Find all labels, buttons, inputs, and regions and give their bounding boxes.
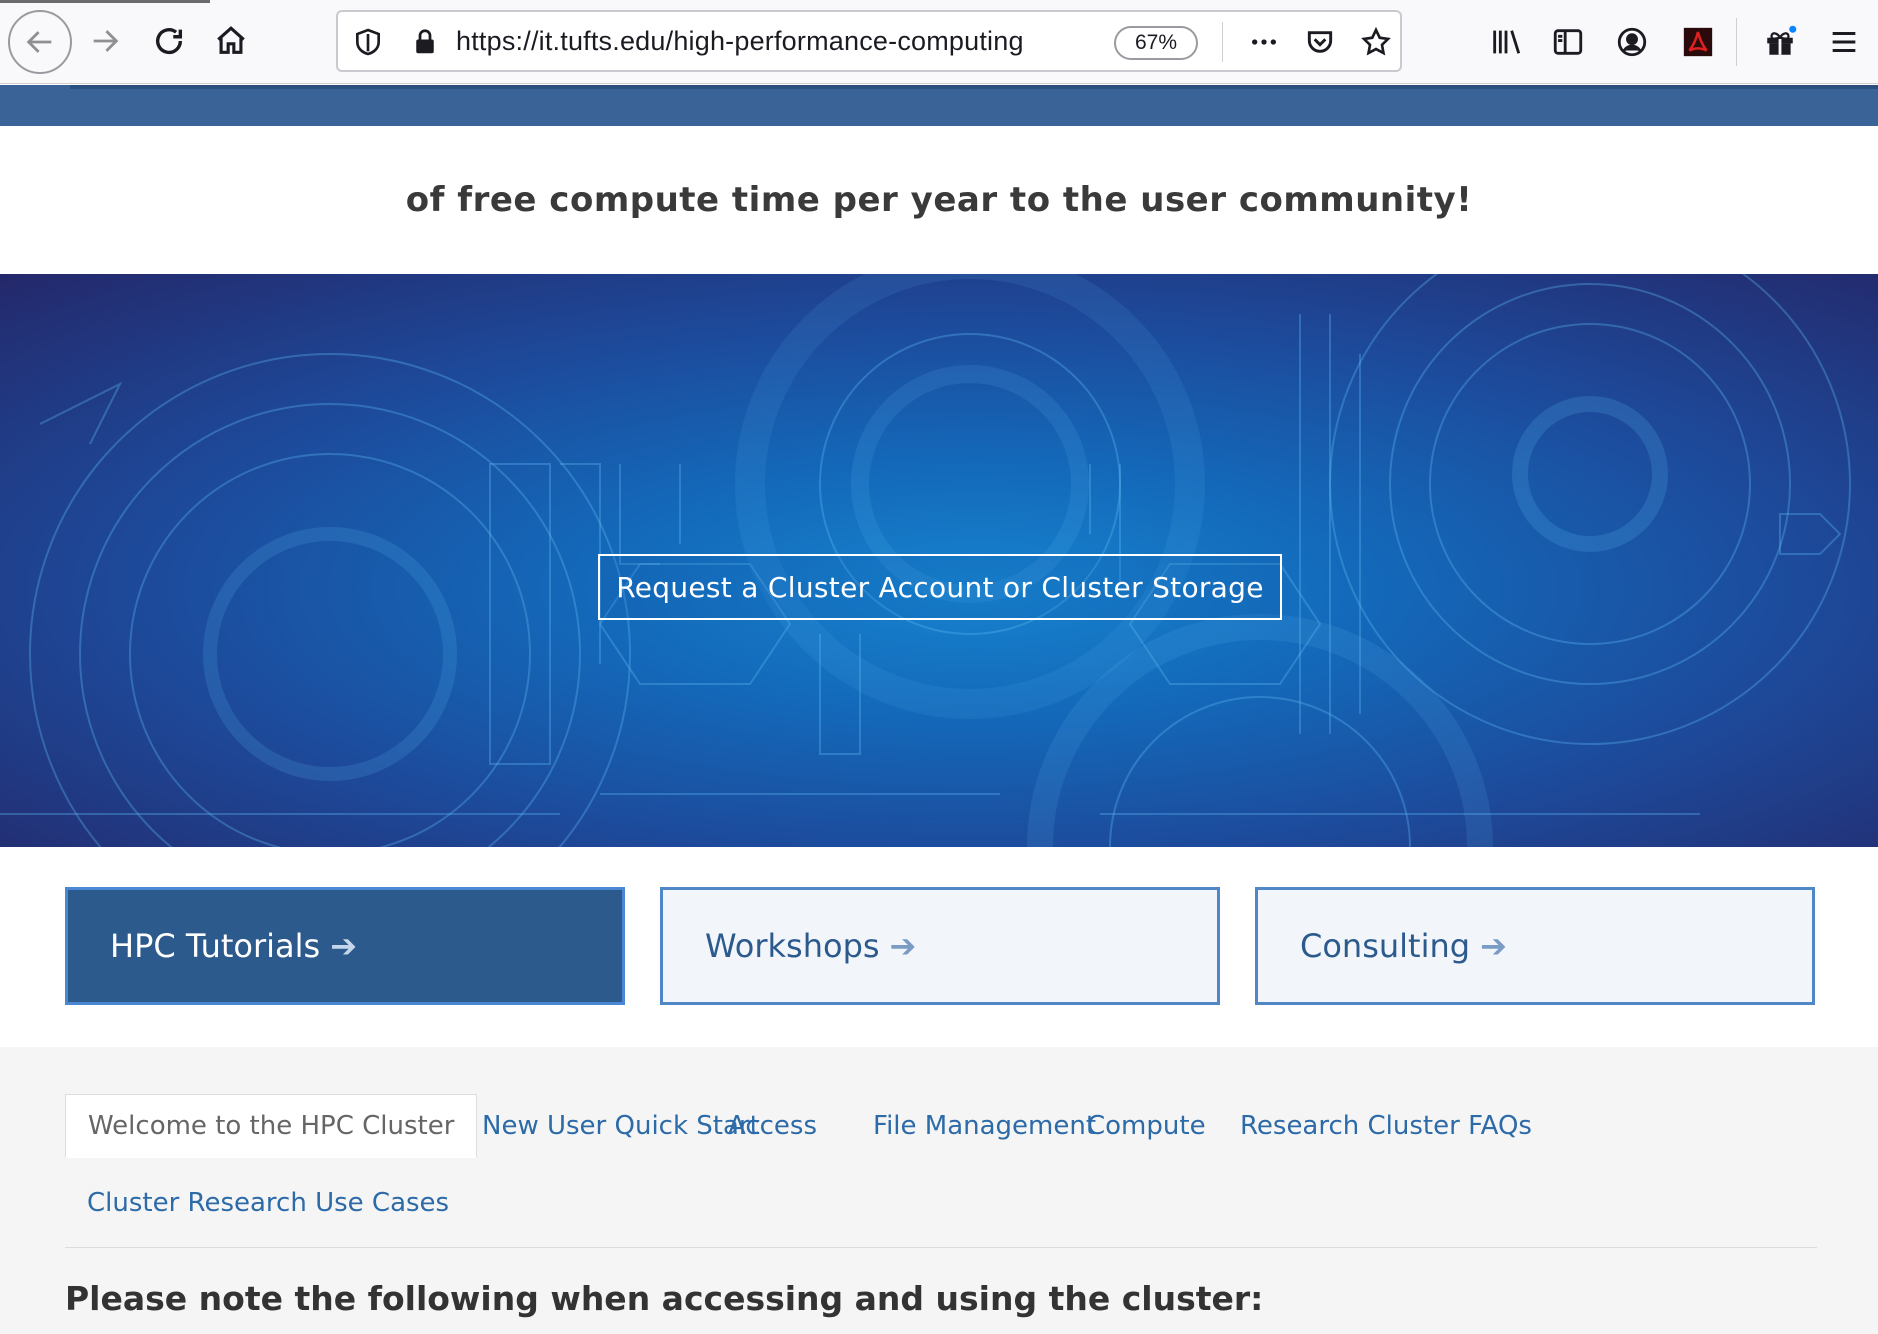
tab-bar: Welcome to the HPC Cluster New User Quic… <box>65 1094 1817 1248</box>
pocket-button[interactable] <box>1302 24 1338 60</box>
url-divider <box>1222 22 1223 62</box>
banner-edge <box>70 85 1878 89</box>
arrow-right-icon: ➔ <box>889 927 917 965</box>
browser-toolbar: https://it.tufts.edu/high-performance-co… <box>0 0 1878 84</box>
lock-icon[interactable] <box>410 26 440 58</box>
tab-access[interactable]: Access <box>706 1094 839 1158</box>
pdf-extension-button[interactable] <box>1678 22 1718 62</box>
pdf-icon <box>1683 27 1713 57</box>
more-icon <box>1252 39 1276 45</box>
intro-text: of free compute time per year to the use… <box>405 180 1473 220</box>
back-button[interactable] <box>8 10 72 74</box>
star-icon <box>1361 26 1391 56</box>
forward-icon <box>93 30 119 52</box>
tab-welcome[interactable]: Welcome to the HPC Cluster <box>65 1094 478 1158</box>
main-content: Welcome to the HPC Cluster New User Quic… <box>0 1047 1878 1334</box>
card-label: Consulting <box>1300 927 1471 965</box>
tab-compute[interactable]: Compute <box>1065 1094 1228 1158</box>
arrow-right-icon: ➔ <box>1480 927 1507 965</box>
top-banner-strip <box>0 85 1878 126</box>
bookmark-star-button[interactable] <box>1358 24 1394 60</box>
consulting-card[interactable]: Consulting ➔ <box>1255 887 1815 1005</box>
reload-icon <box>155 28 183 55</box>
app-menu-button[interactable] <box>1824 22 1864 62</box>
url-text[interactable]: https://it.tufts.edu/high-performance-co… <box>456 26 1024 57</box>
forward-button[interactable] <box>76 12 134 70</box>
account-button[interactable] <box>1612 22 1652 62</box>
tab-indicator <box>0 0 210 3</box>
home-icon <box>217 26 245 54</box>
url-bar[interactable]: https://it.tufts.edu/high-performance-co… <box>336 10 1402 72</box>
toolbar-divider <box>1736 18 1737 66</box>
back-icon <box>26 31 52 53</box>
hpc-tutorials-card[interactable]: HPC Tutorials ➔ <box>65 887 625 1005</box>
arrow-right-icon: ➔ <box>330 927 357 965</box>
card-label: HPC Tutorials <box>110 927 321 965</box>
page-content: of free compute time per year to the use… <box>0 85 1878 1334</box>
card-label: Workshops <box>705 927 880 965</box>
sidebar-button[interactable] <box>1548 22 1588 62</box>
more-actions-button[interactable] <box>1246 24 1282 60</box>
home-button[interactable] <box>202 12 260 70</box>
gift-icon <box>1767 25 1797 55</box>
library-icon <box>1493 30 1521 54</box>
quick-links: HPC Tutorials ➔ Workshops ➔ Consulting ➔ <box>0 847 1878 1047</box>
account-icon <box>1617 27 1647 57</box>
whats-new-button[interactable] <box>1760 22 1800 62</box>
intro-section: of free compute time per year to the use… <box>0 126 1878 274</box>
pocket-icon <box>1307 31 1333 53</box>
menu-icon <box>1832 31 1856 53</box>
notice-heading: Please note the following when accessing… <box>65 1279 1264 1318</box>
request-cluster-account-button[interactable]: Request a Cluster Account or Cluster Sto… <box>598 554 1282 620</box>
zoom-indicator[interactable]: 67% <box>1114 26 1198 60</box>
sidebar-icon <box>1553 29 1583 55</box>
tab-cluster-research-use-cases[interactable]: Cluster Research Use Cases <box>65 1171 471 1235</box>
hero-banner: Request a Cluster Account or Cluster Sto… <box>0 274 1878 847</box>
workshops-card[interactable]: Workshops ➔ <box>660 887 1220 1005</box>
tab-research-cluster-faqs[interactable]: Research Cluster FAQs <box>1218 1094 1554 1158</box>
reload-button[interactable] <box>140 12 198 70</box>
library-button[interactable] <box>1486 22 1526 62</box>
shield-icon[interactable] <box>352 26 384 58</box>
